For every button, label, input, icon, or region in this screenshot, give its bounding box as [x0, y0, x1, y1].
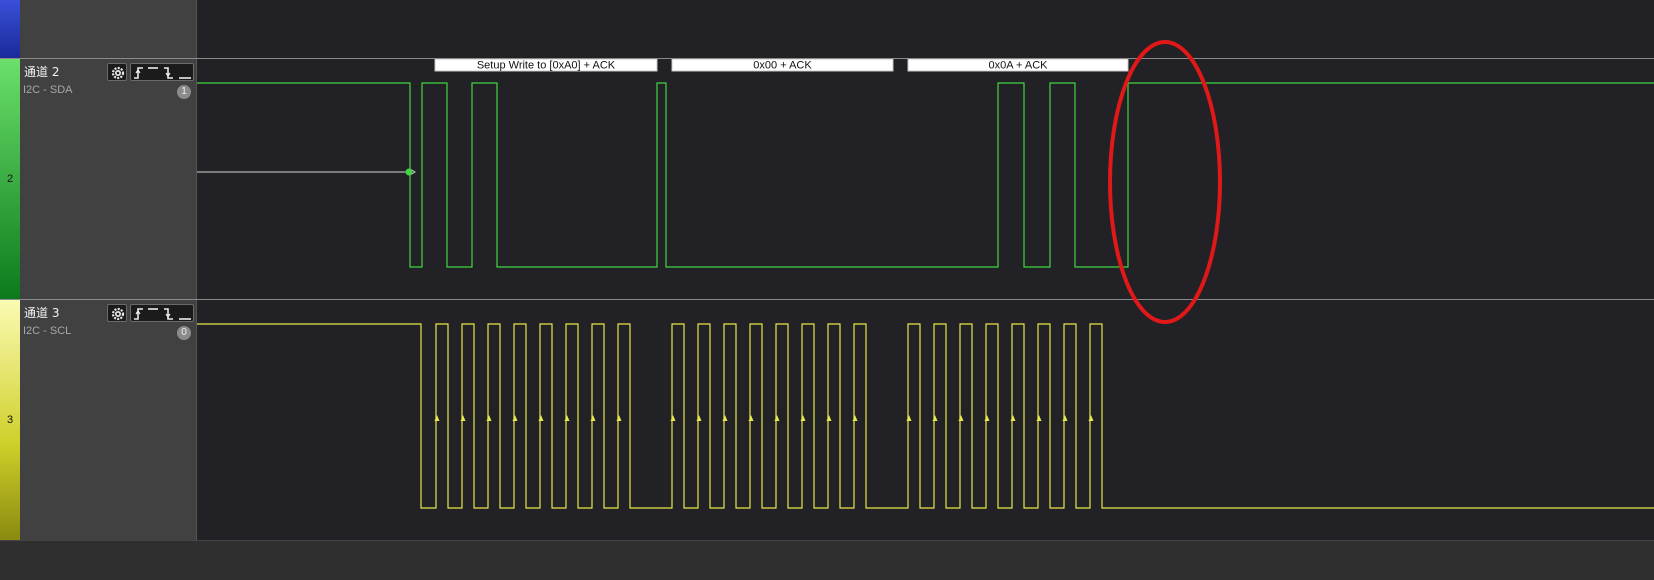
rising-edge-icon [134, 67, 143, 79]
rising-edge-icon [134, 308, 143, 320]
channel-lane-sda: 2 通道 2 I2C - SDA 1 Setup Write to [0xA0]… [0, 59, 1654, 299]
sample-point-arrow [1088, 415, 1094, 421]
sample-point-arrow [958, 415, 964, 421]
sample-point-arrow [696, 415, 702, 421]
decoded-frame-label: 0x0A + ACK [988, 60, 1048, 72]
sample-point-arrow [1010, 415, 1016, 421]
timeline-footer [0, 540, 1654, 580]
falling-edge-icon [164, 308, 173, 320]
decoded-frame[interactable]: Setup Write to [0xA0] + ACK [434, 59, 658, 72]
channel-settings-button[interactable] [107, 63, 127, 81]
sample-point-arrow [538, 415, 544, 421]
sda-trace [197, 82, 1654, 268]
channel-header[interactable]: 通道 3 I2C - SCL 0 [20, 300, 197, 540]
channel-settings-button[interactable] [107, 304, 127, 322]
sample-point-arrow [434, 415, 440, 421]
channel-lane-scl: 3 通道 3 I2C - SCL 0 [0, 300, 1654, 540]
decoded-frame[interactable]: 0x0A + ACK [907, 59, 1129, 72]
sample-point-arrow [984, 415, 990, 421]
channel-index-badge: 0 [177, 326, 191, 340]
channel-number: 3 [6, 414, 14, 426]
sample-point-arrow [800, 415, 806, 421]
waveform-area-sda[interactable]: Setup Write to [0xA0] + ACK 0x00 + ACK 0x0… [197, 59, 1654, 299]
channel-name[interactable]: 通道 3 [24, 304, 59, 321]
waveform-area-scl[interactable] [197, 300, 1654, 540]
sample-point-arrow [774, 415, 780, 421]
sample-point-arrow [906, 415, 912, 421]
channel-color-strip[interactable]: 2 [0, 59, 20, 299]
channel-header[interactable]: 通道 2 I2C - SDA 1 [20, 59, 197, 299]
channel-lane-previous [0, 0, 1654, 58]
sda-waveform[interactable]: Setup Write to [0xA0] + ACK 0x00 + ACK 0x0… [197, 59, 1654, 299]
trigger-icons [134, 67, 191, 79]
falling-edge-icon [164, 67, 173, 79]
trigger-icons [134, 308, 191, 320]
channel-name[interactable]: 通道 2 [24, 63, 59, 80]
channel-number: 2 [6, 173, 14, 185]
trigger-settings-button[interactable] [130, 63, 194, 81]
logic-analyzer-window: 2 通道 2 I2C - SDA 1 Setup Write to [0xA0]… [0, 0, 1654, 580]
channel-header[interactable] [20, 0, 197, 58]
sample-point-arrow [748, 415, 754, 421]
sample-point-arrow [670, 415, 676, 421]
sample-point-arrow [1036, 415, 1042, 421]
gear-icon [111, 66, 125, 80]
sample-point-arrow [826, 415, 832, 421]
trigger-settings-button[interactable] [130, 304, 194, 322]
sample-point-arrow [460, 415, 466, 421]
sample-point-arrow [932, 415, 938, 421]
decoded-frame-label: 0x00 + ACK [753, 60, 812, 72]
sample-point-arrow [486, 415, 492, 421]
gear-icon [111, 307, 125, 321]
sample-point-arrow [722, 415, 728, 421]
sample-point-arrow [616, 415, 622, 421]
sample-point-arrow [512, 415, 518, 421]
sample-point-arrow [852, 415, 858, 421]
channel-index-badge: 1 [177, 85, 191, 99]
decoded-frame-label: Setup Write to [0xA0] + ACK [477, 60, 616, 72]
channel-color-strip[interactable]: 3 [0, 300, 20, 540]
decoded-frame[interactable]: 0x00 + ACK [671, 59, 894, 72]
sample-point-arrow [590, 415, 596, 421]
analyzer-label: I2C - SCL [23, 325, 72, 337]
channel-color-strip[interactable] [0, 0, 20, 58]
scl-waveform[interactable] [197, 300, 1654, 540]
sample-point-arrow [1062, 415, 1068, 421]
sample-point-arrow [564, 415, 570, 421]
scl-trace [197, 323, 1654, 509]
waveform-area[interactable] [197, 0, 1654, 58]
analyzer-label: I2C - SDA [23, 84, 73, 96]
trigger-marker-dot[interactable] [405, 168, 413, 176]
